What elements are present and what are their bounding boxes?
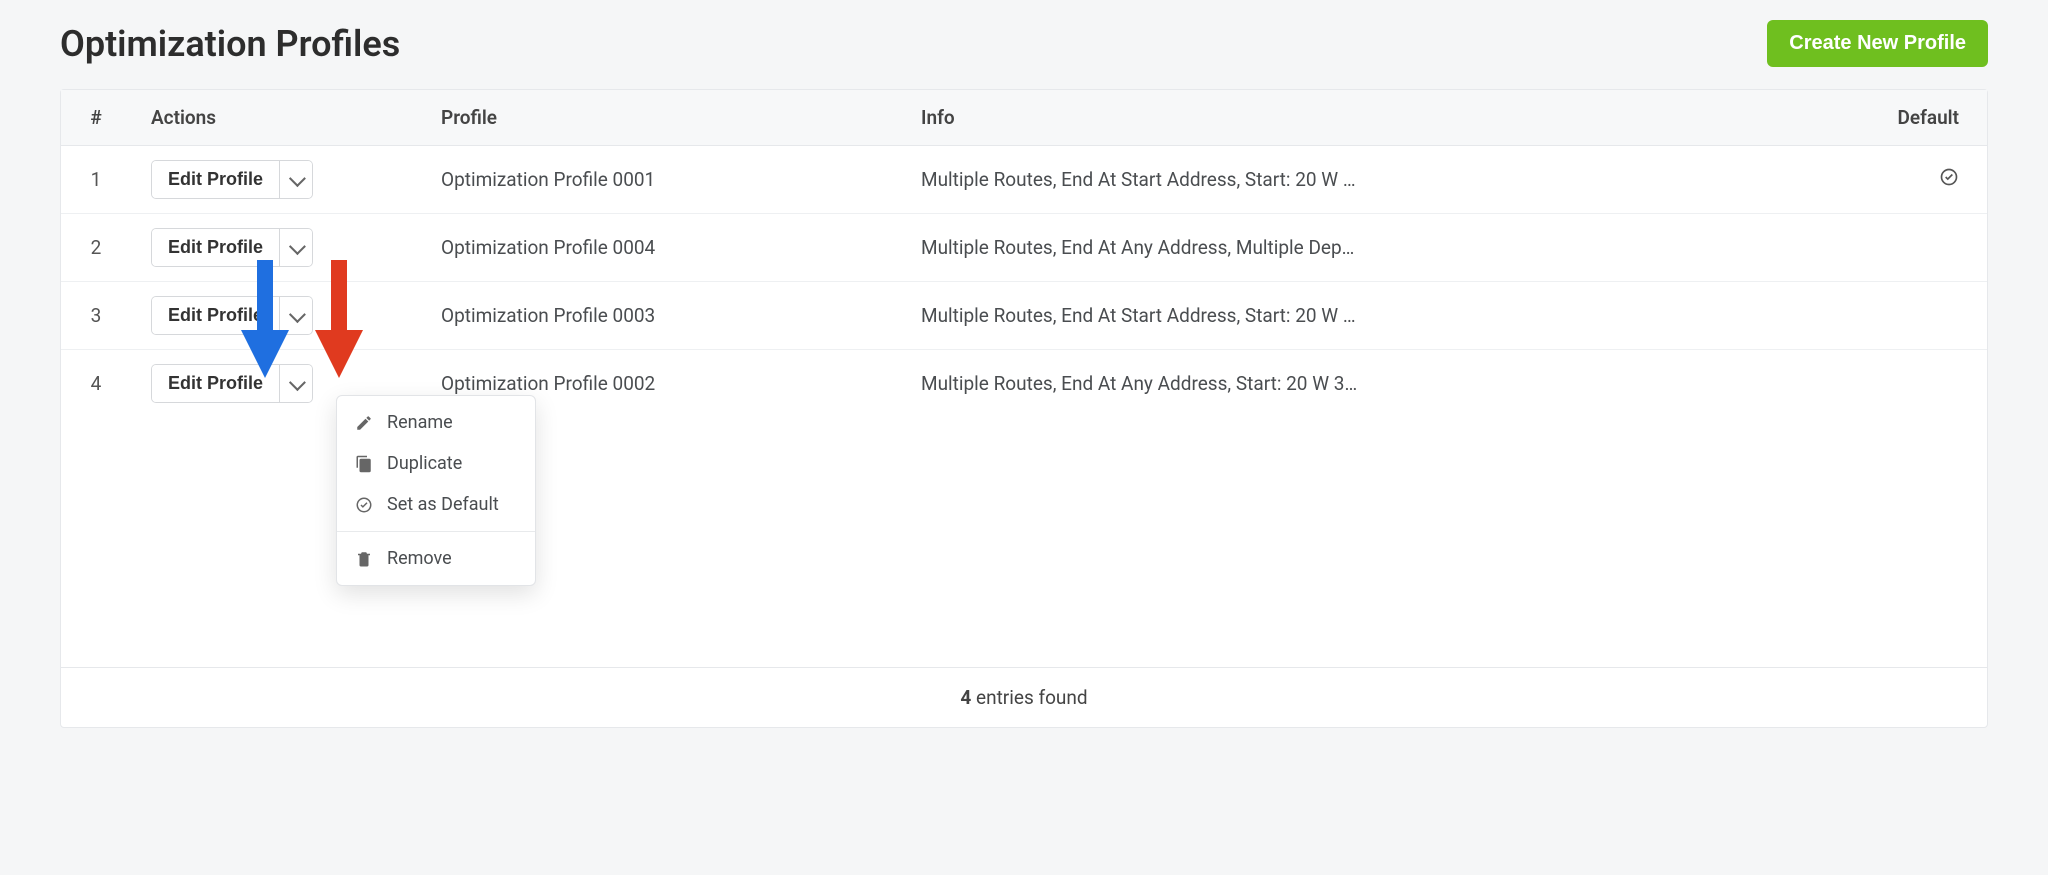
dropdown-separator — [337, 531, 535, 532]
annotation-arrow-red — [315, 260, 363, 380]
dropdown-remove-label: Remove — [387, 548, 452, 569]
chevron-down-icon — [289, 374, 306, 391]
row-actions-cell: Edit Profile — [131, 146, 421, 214]
pencil-icon — [355, 414, 373, 432]
create-new-profile-button[interactable]: Create New Profile — [1767, 20, 1988, 67]
dropdown-rename-label: Rename — [387, 412, 453, 433]
default-check-icon — [1939, 167, 1959, 187]
dropdown-remove[interactable]: Remove — [337, 538, 535, 579]
trash-icon — [355, 550, 373, 568]
dropdown-duplicate[interactable]: Duplicate — [337, 443, 535, 484]
table-row: 1 Edit Profile Optimization Profile 0001Mu… — [61, 146, 1987, 214]
row-number: 1 — [61, 146, 131, 214]
row-default-cell — [1878, 146, 1987, 214]
table-footer: 4 entries found — [61, 667, 1987, 727]
chevron-down-icon — [289, 306, 306, 323]
row-default-cell — [1878, 350, 1987, 418]
row-profile-name: Optimization Profile 0004 — [421, 214, 901, 282]
row-default-cell — [1878, 282, 1987, 350]
check-circle-icon — [355, 496, 373, 514]
row-info: Multiple Routes, End At Start Address, S… — [901, 146, 1878, 214]
row-profile-name: Optimization Profile 0003 — [421, 282, 901, 350]
copy-icon — [355, 455, 373, 473]
col-profile-header: Profile — [421, 90, 901, 146]
row-info: Multiple Routes, End At Any Address, Sta… — [901, 350, 1878, 418]
edit-profile-dropdown-toggle[interactable] — [279, 161, 312, 198]
dropdown-rename[interactable]: Rename — [337, 402, 535, 443]
row-profile-name: Optimization Profile 0001 — [421, 146, 901, 214]
dropdown-set-default-label: Set as Default — [387, 494, 499, 515]
row-number: 3 — [61, 282, 131, 350]
page-title: Optimization Profiles — [60, 23, 400, 65]
profiles-card: # Actions Profile Info Default 1 Edit Pro… — [60, 89, 1988, 728]
col-number-header: # — [61, 90, 131, 146]
dropdown-duplicate-label: Duplicate — [387, 453, 462, 474]
row-info: Multiple Routes, End At Start Address, S… — [901, 282, 1878, 350]
chevron-down-icon — [289, 170, 306, 187]
row-number: 4 — [61, 350, 131, 418]
row-default-cell — [1878, 214, 1987, 282]
footer-count: 4 — [960, 686, 971, 709]
annotation-arrow-blue — [241, 260, 289, 380]
chevron-down-icon — [289, 238, 306, 255]
dropdown-set-default[interactable]: Set as Default — [337, 484, 535, 525]
col-actions-header: Actions — [131, 90, 421, 146]
actions-dropdown: Rename Duplicate Set as Default Remove — [336, 395, 536, 586]
edit-profile-button[interactable]: Edit Profile — [152, 161, 279, 198]
row-info: Multiple Routes, End At Any Address, Mul… — [901, 214, 1878, 282]
footer-suffix: entries found — [971, 686, 1087, 709]
row-number: 2 — [61, 214, 131, 282]
col-default-header: Default — [1878, 90, 1987, 146]
edit-profile-button-group: Edit Profile — [151, 160, 313, 199]
col-info-header: Info — [901, 90, 1878, 146]
